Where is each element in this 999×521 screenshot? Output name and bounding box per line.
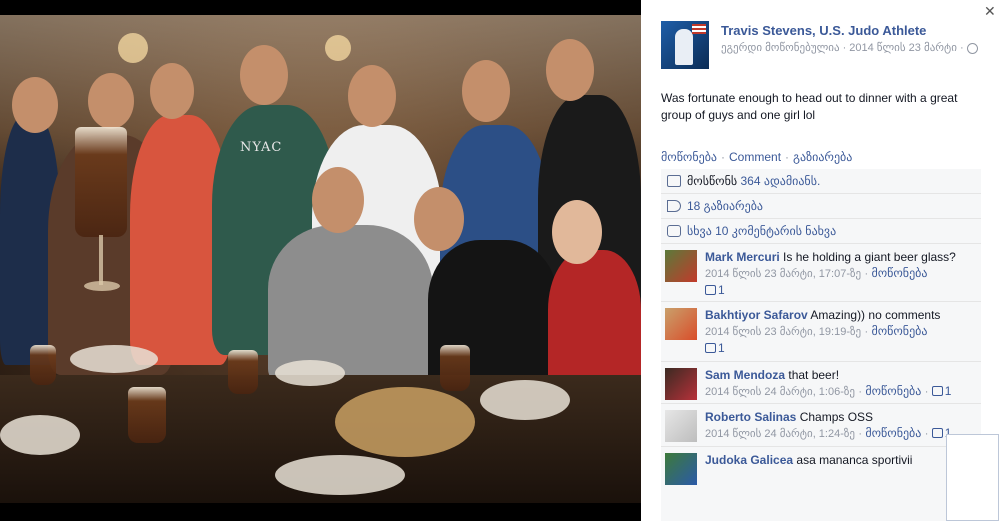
comment-text: that beer! xyxy=(788,368,840,382)
flag-icon xyxy=(692,24,706,34)
like-icon xyxy=(667,175,681,187)
like-icon xyxy=(705,343,716,353)
likes-row: მოსწონს 364 ადამიანს. xyxy=(661,169,981,194)
comment-time[interactable]: 2014 წლის 23 მარტი, 19:19-ზე xyxy=(705,326,861,338)
comment-icon xyxy=(667,225,681,237)
likes-count[interactable]: 364 ადამიანს. xyxy=(741,174,821,188)
comment-like-button[interactable]: მოწონება xyxy=(865,426,921,440)
close-icon[interactable]: ✕ xyxy=(984,3,996,20)
likes-label: მოსწონს xyxy=(687,174,738,188)
comment-text: Champs OSS xyxy=(799,410,874,424)
comment-text: Is he holding a giant beer glass? xyxy=(783,250,956,264)
shares-row: 18 გაზიარება xyxy=(661,194,981,219)
commenter-avatar[interactable] xyxy=(665,453,697,485)
commenter-name[interactable]: Judoka Galicea xyxy=(705,453,793,467)
comment-like-button[interactable]: მოწონება xyxy=(871,266,927,280)
commenter-name[interactable]: Roberto Salinas xyxy=(705,410,796,424)
comment-item: Bakhtiyor Safarov Amazing)) no comments … xyxy=(661,302,981,362)
comment-item: Roberto Salinas Champs OSS 2014 წლის 24 … xyxy=(661,404,981,447)
post-meta: ეგერდი მოწონებულია · 2014 წლის 23 მარტი · xyxy=(721,41,978,54)
globe-icon[interactable] xyxy=(966,42,978,54)
more-comments-row: სხვა 10 კომენტარის ნახვა xyxy=(661,219,981,244)
comment-text: asa mananca sportivii xyxy=(796,453,913,467)
post-photo[interactable]: NYAC xyxy=(0,15,641,503)
comment-button[interactable]: Comment xyxy=(729,150,781,164)
post-date[interactable]: 2014 წლის 23 მარტი xyxy=(849,42,957,54)
commenter-name[interactable]: Sam Mendoza xyxy=(705,368,785,382)
author-name[interactable]: Travis Stevens, U.S. Judo Athlete xyxy=(721,23,926,38)
comment-item: Sam Mendoza that beer! 2014 წლის 24 მარტ… xyxy=(661,362,981,404)
comment-like-count[interactable]: 1 xyxy=(705,341,725,355)
post-actions: მოწონება · Comment · გაზიარება xyxy=(661,150,853,164)
shirt-text: NYAC xyxy=(240,140,283,155)
commenter-name[interactable]: Bakhtiyor Safarov xyxy=(705,308,808,322)
like-icon xyxy=(931,386,943,396)
comment-like-button[interactable]: მოწონება xyxy=(871,324,927,338)
photo-viewer: NYAC xyxy=(0,0,641,521)
commenter-avatar[interactable] xyxy=(665,308,697,340)
comment-like-button[interactable]: მოწონება xyxy=(865,384,921,398)
comment-item: Judoka Galicea asa mananca sportivii xyxy=(661,447,981,521)
commenter-avatar[interactable] xyxy=(665,368,697,400)
share-button[interactable]: გაზიარება xyxy=(793,150,852,164)
view-more-comments[interactable]: სხვა 10 კომენტარის ნახვა xyxy=(687,224,836,238)
post-meta-text[interactable]: ეგერდი მოწონებულია xyxy=(721,42,840,54)
shares-count[interactable]: 18 გაზიარება xyxy=(687,199,763,213)
commenter-name[interactable]: Mark Mercuri xyxy=(705,250,780,264)
comment-time[interactable]: 2014 წლის 24 მარტი, 1:06-ზე xyxy=(705,386,855,398)
commenter-avatar[interactable] xyxy=(665,410,697,442)
post-text: Was fortunate enough to head out to dinn… xyxy=(661,91,958,122)
comment-like-count[interactable]: 1 xyxy=(705,283,725,297)
commenter-avatar[interactable] xyxy=(665,250,697,282)
comment-time[interactable]: 2014 წლის 24 მარტი, 1:24-ზე xyxy=(705,428,855,440)
comment-like-count[interactable]: 1 xyxy=(931,384,951,398)
like-icon xyxy=(705,285,716,295)
overlay-popup xyxy=(946,434,999,521)
share-icon xyxy=(667,200,681,212)
like-button[interactable]: მოწონება xyxy=(661,150,717,164)
author-avatar[interactable] xyxy=(661,21,709,69)
comment-text: Amazing)) no comments xyxy=(810,308,941,322)
like-icon xyxy=(931,428,943,438)
comment-time[interactable]: 2014 წლის 23 მარტი, 17:07-ზე xyxy=(705,268,861,280)
comment-item: Mark Mercuri Is he holding a giant beer … xyxy=(661,244,981,302)
